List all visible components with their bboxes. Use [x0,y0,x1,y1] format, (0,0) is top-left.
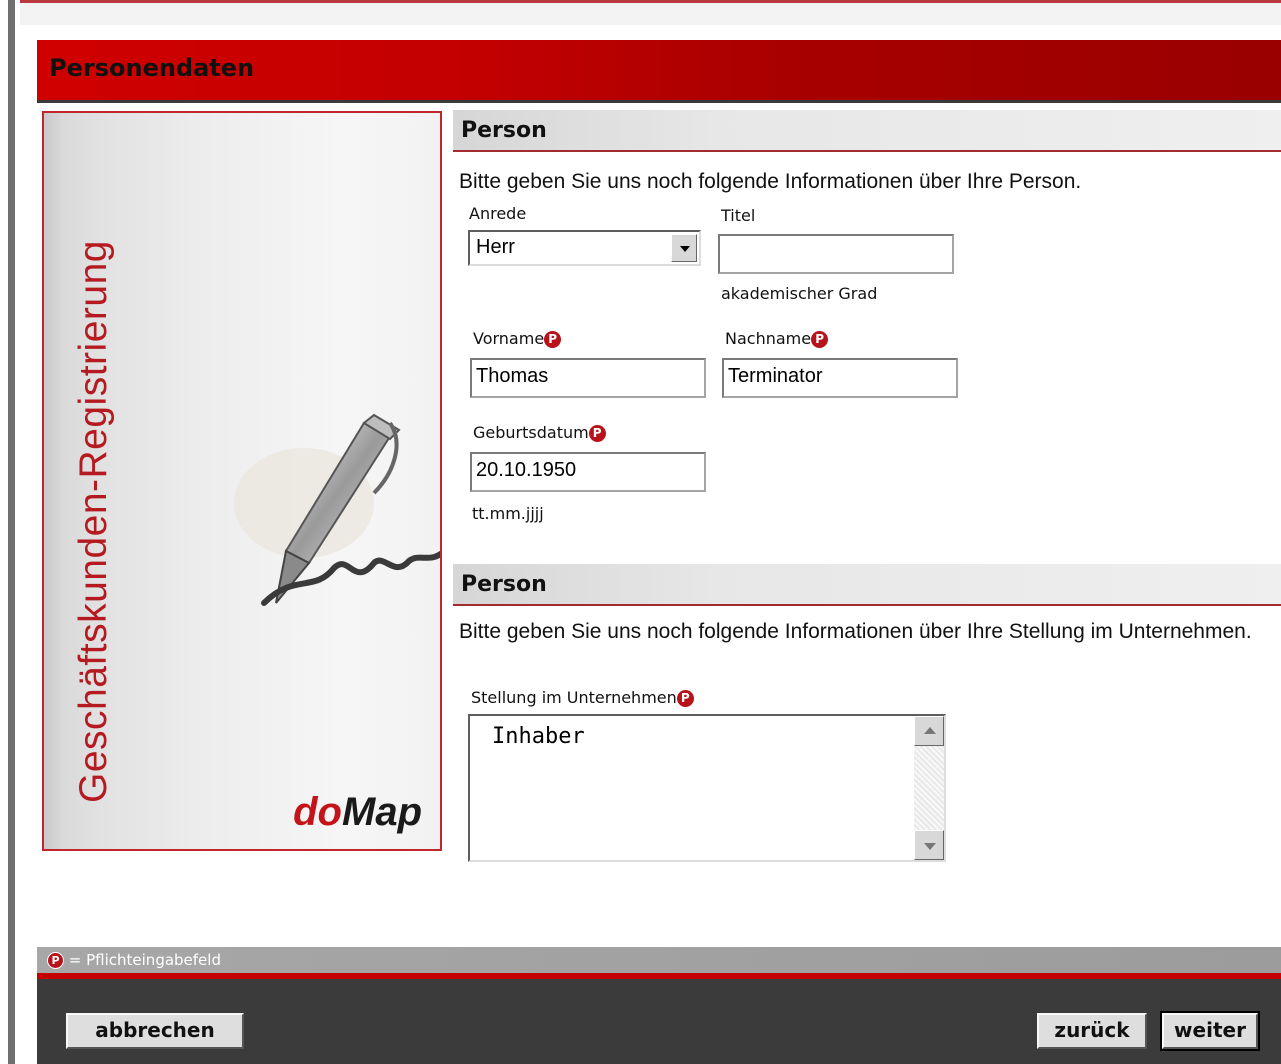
back-button[interactable]: zurück [1037,1013,1147,1049]
section-intro: Bitte geben Sie uns noch folgende Inform… [459,620,1252,643]
required-icon: P [811,331,829,348]
stellung-textarea[interactable]: Inhaber [468,714,946,862]
stellung-value: Inhaber [492,724,585,749]
titel-label: Titel [721,206,756,225]
titel-hint: akademischer Grad [721,284,878,303]
fountain-pen-icon [234,413,440,606]
vorname-label: Vorname P [473,329,562,348]
geburtsdatum-input[interactable]: 20.10.1950 [470,452,706,492]
required-icon: P [544,331,562,348]
required-icon: P [676,690,694,707]
side-banner: Geschäftskunden-Registrierung doMap [42,111,442,851]
registration-dialog: Personendaten Geschäftskunden-Registrier… [37,40,1281,1064]
anrede-select[interactable]: Herr [468,230,701,266]
scroll-down-icon[interactable] [914,830,944,860]
scroll-up-icon[interactable] [914,716,944,746]
section-title: Person [461,118,547,143]
footer-bar: abbrechen zurück weiter [37,979,1281,1064]
titel-input[interactable] [718,234,954,274]
section-header-stellung: Person [453,564,1281,606]
section-intro: Bitte geben Sie uns noch folgende Inform… [459,170,1082,193]
section-title: Person [461,572,547,597]
anrede-label: Anrede [469,204,527,223]
stellung-label: Stellung im Unternehmen P [471,688,694,707]
vorname-input[interactable]: Thomas [470,358,706,398]
required-icon: P [47,952,64,969]
page-title: Personendaten [49,54,255,82]
title-bar: Personendaten [37,40,1281,103]
window-edge [0,0,20,1064]
required-icon: P [588,425,606,442]
dropdown-arrow-icon[interactable] [671,234,697,262]
textarea-scrollbar[interactable] [914,716,944,860]
legend-text: = Pflichteingabefeld [68,951,221,969]
top-strip [20,0,1281,25]
nachname-label: Nachname P [725,329,829,348]
geburtsdatum-hint: tt.mm.jjjj [472,504,544,523]
geburtsdatum-label: Geburtsdatum P [473,423,606,442]
domap-logo: doMap [293,790,422,834]
nachname-input[interactable]: Terminator [722,358,958,398]
registration-vertical-title: Geschäftskunden-Registrierung [72,240,115,803]
next-button[interactable]: weiter [1160,1011,1260,1051]
cancel-button[interactable]: abbrechen [66,1013,244,1049]
section-header-person: Person [453,110,1281,152]
anrede-value: Herr [476,236,515,258]
required-legend: P = Pflichteingabefeld [37,947,1281,979]
